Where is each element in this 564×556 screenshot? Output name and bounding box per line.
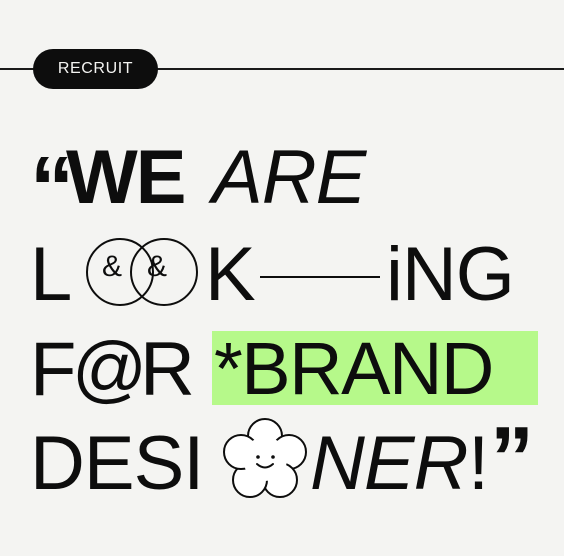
headline-at-sign: @ — [72, 327, 148, 410]
recruit-badge-label: RECRUIT — [57, 60, 134, 77]
headline-exclamation: ! — [468, 421, 490, 506]
headline-letter-l: L — [30, 232, 73, 317]
headline-word-we: WE — [66, 135, 186, 220]
headline-dash — [260, 276, 380, 278]
headline-word-ing: iNG — [386, 232, 515, 317]
headline-letter-k: K — [205, 232, 256, 317]
recruit-badge: RECRUIT — [33, 49, 158, 89]
headline-word-brand: *BRAND — [214, 327, 494, 410]
headline-word-are: ARE — [212, 135, 366, 220]
ring-ampersand-2: & — [147, 250, 168, 283]
smiling-flower-icon — [223, 418, 307, 498]
close-quote: ” — [490, 408, 534, 507]
headline-letter-f: F — [30, 327, 77, 412]
headline-letter-r: R — [140, 327, 195, 412]
headline-word-ner: NER — [310, 421, 468, 506]
ring-ampersand-1: & — [102, 250, 123, 283]
headline-word-desi: DESI — [30, 421, 204, 506]
